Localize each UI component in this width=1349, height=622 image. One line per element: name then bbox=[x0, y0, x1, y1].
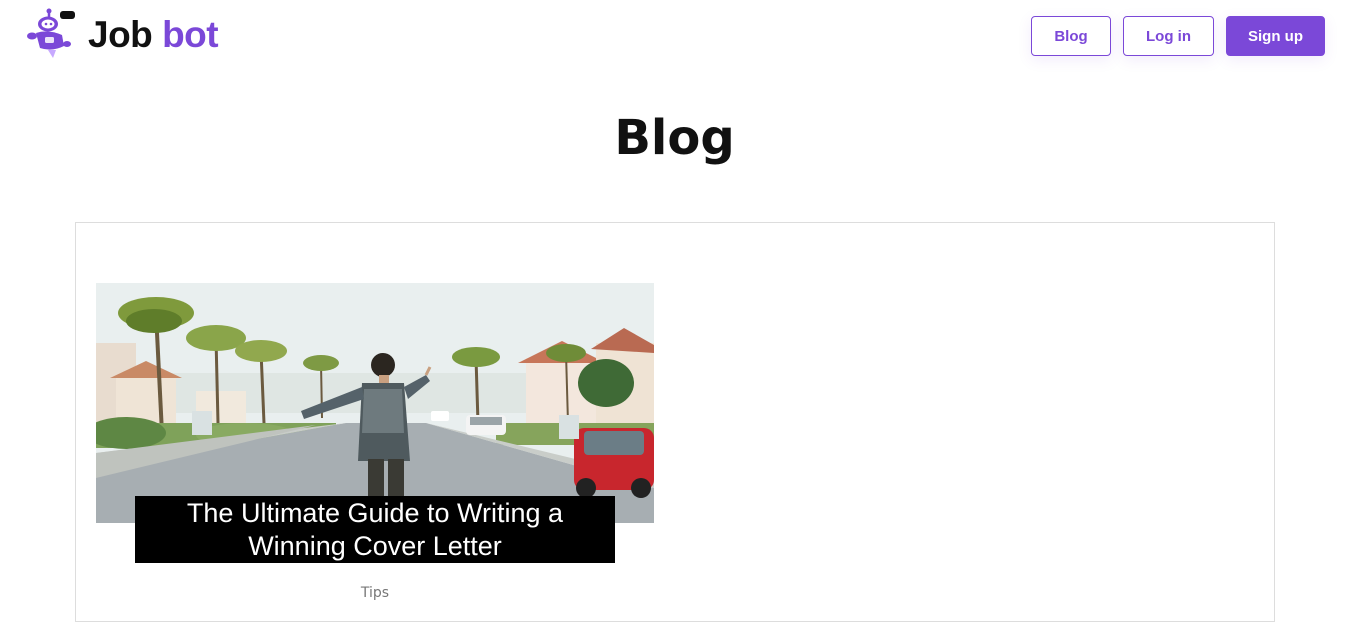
signup-button[interactable]: Sign up bbox=[1226, 16, 1325, 56]
page-title: Blog bbox=[614, 110, 735, 166]
brand-name-part1: Job bbox=[88, 13, 153, 55]
blog-post-image bbox=[96, 283, 654, 523]
login-button[interactable]: Log in bbox=[1123, 16, 1214, 56]
site-header: Job bot Blog Log in Sign up bbox=[0, 0, 1349, 80]
blog-button[interactable]: Blog bbox=[1031, 16, 1111, 56]
robot-logo-icon bbox=[27, 8, 75, 58]
blog-post-list: The Ultimate Guide to Writing a Winning … bbox=[75, 222, 1275, 622]
top-nav: Blog Log in Sign up bbox=[1031, 16, 1325, 56]
brand-name: Job bot bbox=[88, 13, 219, 55]
blog-post-card[interactable]: The Ultimate Guide to Writing a Winning … bbox=[96, 283, 654, 601]
brand-name-part2: bot bbox=[162, 13, 219, 55]
brand-logo-link[interactable]: Job bot bbox=[26, 8, 219, 60]
blog-post-category[interactable]: Tips bbox=[96, 585, 654, 601]
blog-post-title[interactable]: The Ultimate Guide to Writing a Winning … bbox=[135, 496, 615, 563]
